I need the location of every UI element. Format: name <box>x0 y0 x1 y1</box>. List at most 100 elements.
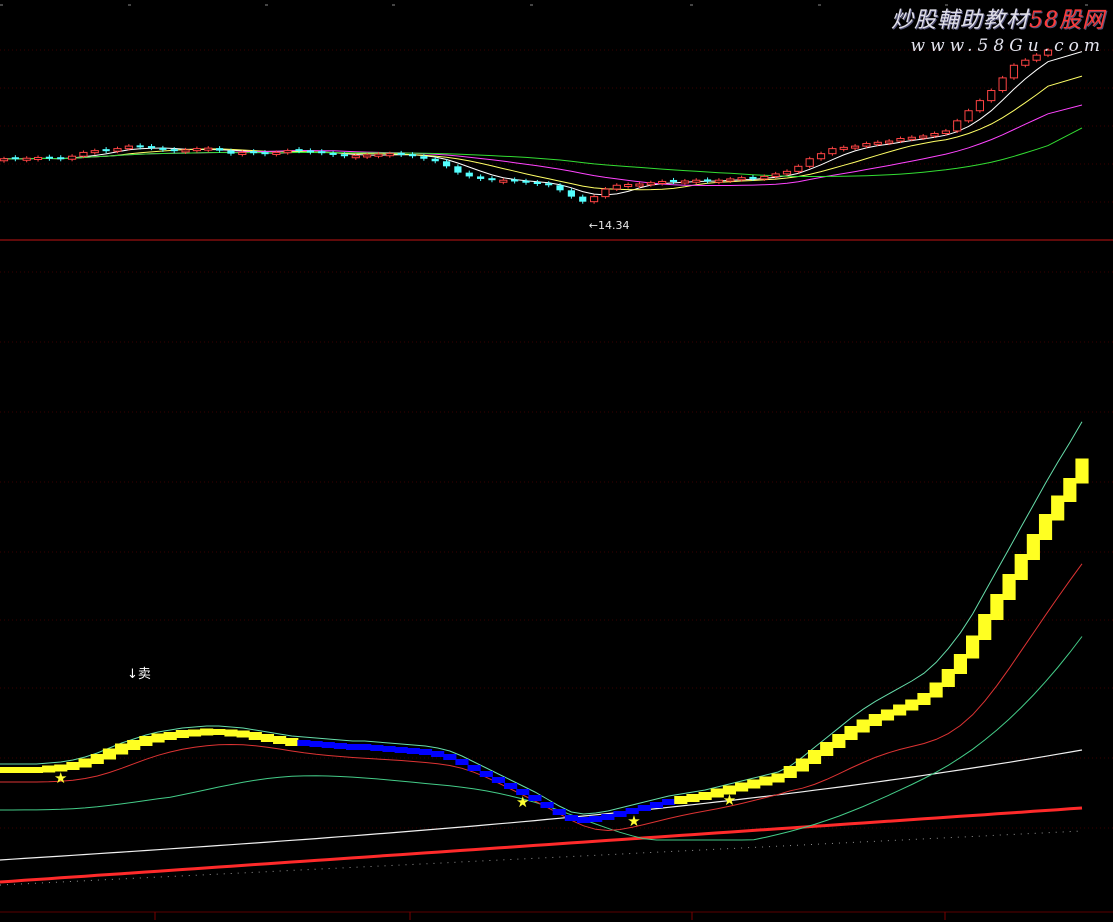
bear-block <box>382 746 396 752</box>
candle-up <box>374 153 383 157</box>
candle-up <box>896 138 905 142</box>
candle-up <box>987 90 996 102</box>
candle-up <box>22 157 31 161</box>
upper-band-line <box>0 421 1083 815</box>
bear-block <box>345 744 360 750</box>
candle-down <box>408 154 417 157</box>
candle-up <box>907 136 916 140</box>
candle-up <box>1021 59 1030 66</box>
bull-block <box>212 729 226 735</box>
dotted-base-line <box>0 830 1083 886</box>
top-tick <box>530 4 533 6</box>
bull-block <box>686 794 700 802</box>
bear-block <box>443 754 457 760</box>
candle-up <box>737 177 746 181</box>
bear-block <box>394 747 408 753</box>
bear-block <box>504 783 518 789</box>
candle-down <box>567 190 575 197</box>
bull-block <box>783 766 797 778</box>
candle-down <box>159 147 167 150</box>
candle-up <box>204 147 213 151</box>
candle-up <box>862 143 871 147</box>
bull-block <box>175 730 189 738</box>
top-tick <box>0 4 3 6</box>
candle-down <box>556 185 564 191</box>
candle-up <box>1043 49 1053 56</box>
candle-down <box>477 176 485 179</box>
bull-block <box>236 730 250 738</box>
candle-up <box>930 132 939 137</box>
candle-up <box>238 151 247 155</box>
bull-block <box>735 782 749 792</box>
candle-up <box>998 77 1007 92</box>
bear-block <box>540 802 554 808</box>
candle-down <box>250 151 258 154</box>
candle-down <box>749 176 757 179</box>
bear-block <box>431 751 445 757</box>
bear-block <box>564 815 578 821</box>
bear-block <box>479 771 493 777</box>
bull-block <box>844 726 858 740</box>
candle-down <box>533 181 541 184</box>
bear-block <box>576 817 591 823</box>
candle-up <box>33 156 43 160</box>
candle-down <box>261 152 269 155</box>
time-axis <box>0 911 1113 920</box>
bull-block <box>795 758 809 772</box>
bull-block <box>941 669 955 687</box>
low-price-label: ←14.34 <box>589 219 630 232</box>
candle-up <box>794 165 803 172</box>
candle-up <box>919 135 928 139</box>
candle-down <box>454 166 462 173</box>
candle-down <box>545 183 553 186</box>
candle-down <box>669 179 678 182</box>
top-tick <box>945 4 948 6</box>
candle-down <box>147 146 156 149</box>
buy-signal-star: ★ <box>54 769 67 787</box>
candle-up <box>953 120 962 132</box>
buy-signal-star: ★ <box>516 793 529 811</box>
candle-up <box>680 180 689 184</box>
bear-block <box>613 811 627 817</box>
candle-up <box>692 179 701 183</box>
candle-up <box>646 182 655 186</box>
candle-down <box>397 152 405 155</box>
candle-down <box>57 157 65 160</box>
buy-signal-star: ★ <box>627 812 640 830</box>
candle-down <box>442 161 451 167</box>
candle-down <box>45 156 53 159</box>
base-red-line <box>0 806 1083 884</box>
bull-block <box>285 738 299 746</box>
bear-block <box>637 805 651 811</box>
bull-block <box>151 733 165 743</box>
price-panel: ←14.34 <box>0 48 1083 232</box>
candle-up <box>805 158 814 167</box>
bull-block <box>224 729 238 737</box>
candle-up <box>385 153 394 157</box>
bear-block <box>418 749 433 755</box>
bull-block <box>139 736 153 746</box>
candle-down <box>329 152 337 155</box>
bull-block <box>66 762 80 770</box>
bull-block <box>29 767 44 773</box>
moving-average-line <box>3 51 1083 196</box>
indicator-panel: ★ ★ ★ ★ <box>0 421 1089 886</box>
bull-block <box>759 776 773 786</box>
bull-block <box>200 728 214 736</box>
candle-up <box>0 158 9 162</box>
bull-block <box>1014 554 1028 580</box>
candle-down <box>102 149 110 152</box>
bull-block <box>1002 574 1016 600</box>
grid-lines <box>0 4 1113 829</box>
bull-block <box>114 743 129 755</box>
moving-average-line <box>3 104 1083 186</box>
candle-up <box>363 154 372 158</box>
candle-up <box>624 184 633 188</box>
bull-block <box>163 732 177 740</box>
candle-down <box>340 154 349 157</box>
bear-block <box>406 748 420 754</box>
bear-block <box>662 799 676 805</box>
candle-down <box>431 158 439 162</box>
candle-down <box>306 150 314 153</box>
bull-block <box>1075 458 1089 484</box>
